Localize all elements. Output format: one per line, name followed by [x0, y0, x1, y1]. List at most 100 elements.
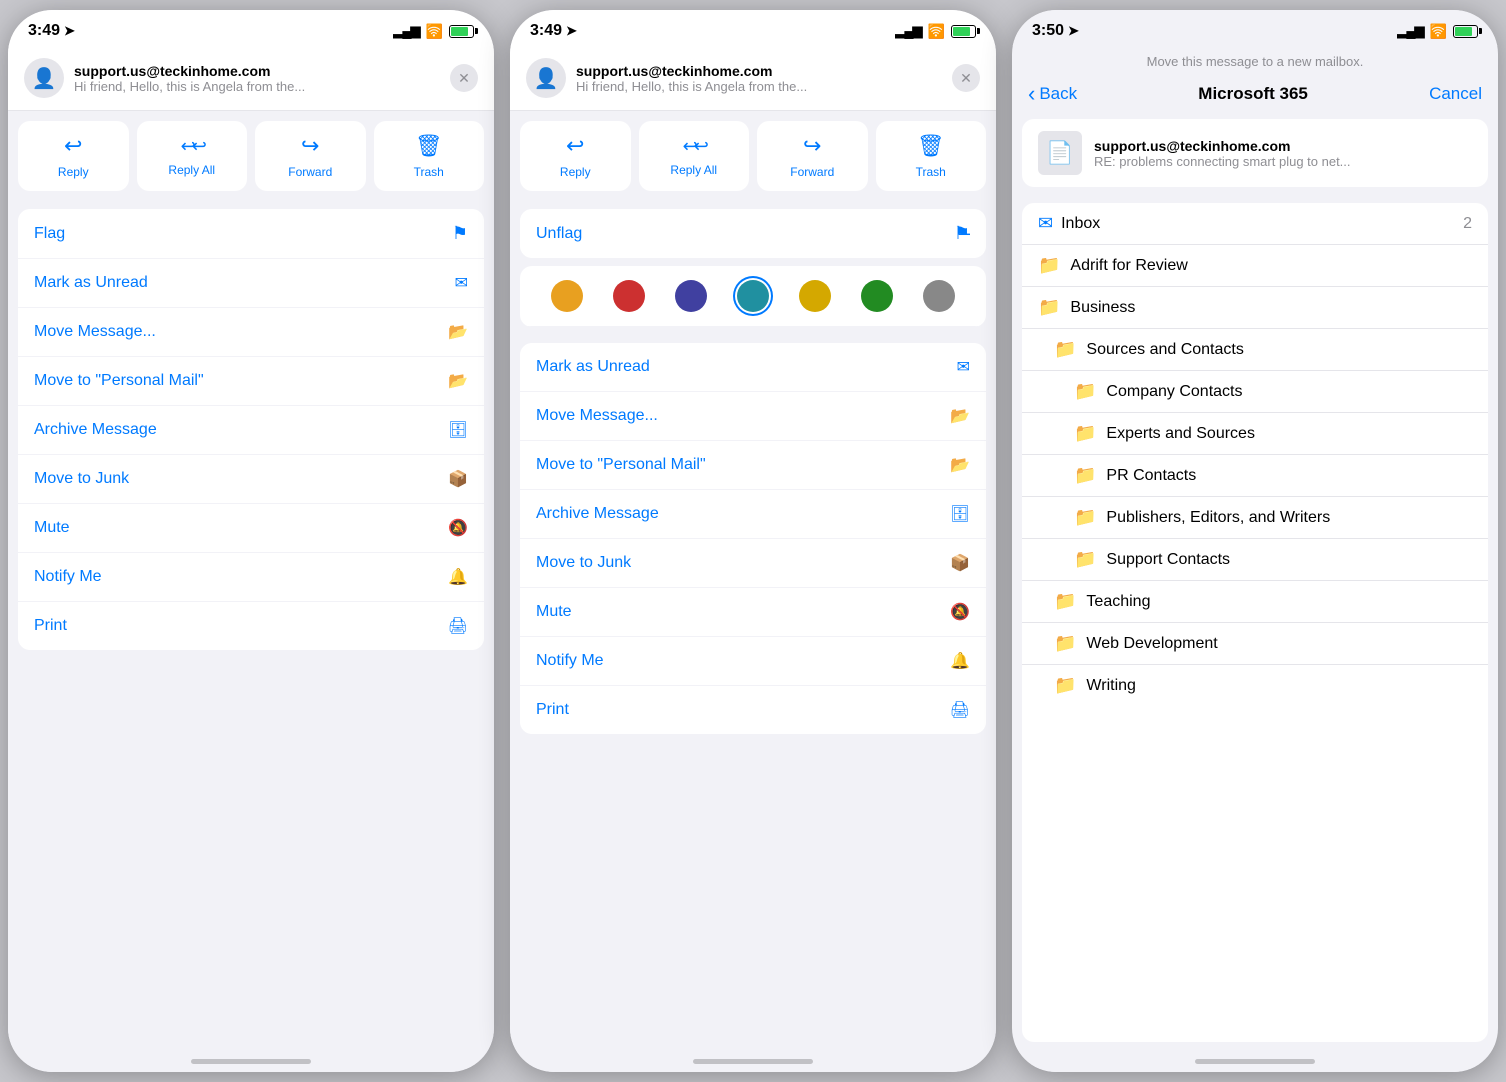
screen2: 3:49 ➤ ▂▄▆ 🛜 👤 support.us@teckinhome.com…: [510, 10, 996, 1072]
folder-teaching[interactable]: 📁 Teaching: [1022, 581, 1488, 623]
folder-label-experts: Experts and Sources: [1106, 425, 1255, 443]
move-junk-icon-2: 📦: [950, 553, 970, 573]
mailbox-list-container: ✉ Inbox 2 📁 Adrift for Review 📁 Business…: [1022, 203, 1488, 1042]
reply-all-label-1: Reply All: [168, 163, 215, 177]
move-message-icon-2: 📂: [950, 406, 970, 426]
folder-label-company: Company Contacts: [1106, 383, 1242, 401]
reply-button-2[interactable]: ↩ Reply: [520, 121, 631, 191]
move-junk-item-2[interactable]: Move to Junk 📦: [520, 539, 986, 588]
reply-all-button-2[interactable]: ↩↩ Reply All: [639, 121, 750, 191]
menu-scroll-1: Flag ⚑ Mark as Unread ✉ Move Message... …: [8, 201, 494, 1042]
color-dot-yellow[interactable]: [799, 280, 831, 312]
inbox-item[interactable]: ✉ Inbox 2: [1022, 203, 1488, 245]
inbox-icon: ✉: [1038, 213, 1053, 234]
email-preview-card: 📄 support.us@teckinhome.com RE: problems…: [1022, 119, 1488, 187]
reply-all-label-2: Reply All: [670, 163, 717, 177]
menu-scroll-2: Unflag ⚑̶ Mark as Unread: [510, 201, 996, 1042]
reply-button-1[interactable]: ↩ Reply: [18, 121, 129, 191]
forward-icon-1: ↪: [301, 133, 319, 159]
email-preview-2: Hi friend, Hello, this is Angela from th…: [576, 79, 942, 94]
move-junk-label-1: Move to Junk: [34, 470, 129, 488]
flag-icon-1: ⚑: [452, 223, 468, 244]
print-label-2: Print: [536, 701, 569, 719]
back-button[interactable]: ‹ Back: [1028, 81, 1077, 107]
folder-webdev[interactable]: 📁 Web Development: [1022, 623, 1488, 665]
trash-button-1[interactable]: 🗑 Trash: [374, 121, 485, 191]
move-message-item-1[interactable]: Move Message... 📂: [18, 308, 484, 357]
mute-item-1[interactable]: Mute 🔕: [18, 504, 484, 553]
mute-item-2[interactable]: Mute 🔕: [520, 588, 986, 637]
forward-icon-2: ↪: [803, 133, 821, 159]
screen3-nav: ‹ Back Microsoft 365 Cancel: [1012, 73, 1498, 119]
mark-unread-item-2[interactable]: Mark as Unread ✉: [520, 343, 986, 392]
notify-item-1[interactable]: Notify Me 🔔: [18, 553, 484, 602]
folder-publishers[interactable]: 📁 Publishers, Editors, and Writers: [1022, 497, 1488, 539]
folder-adrift[interactable]: 📁 Adrift for Review: [1022, 245, 1488, 287]
email-header-text-2: support.us@teckinhome.com Hi friend, Hel…: [576, 63, 942, 94]
folder-icon-publishers: 📁: [1074, 507, 1096, 528]
folder-sources[interactable]: 📁 Sources and Contacts: [1022, 329, 1488, 371]
folder-business[interactable]: 📁 Business: [1022, 287, 1488, 329]
folder-writing[interactable]: 📁 Writing: [1022, 665, 1488, 706]
folder-icon-pr: 📁: [1074, 465, 1096, 486]
folder-company[interactable]: 📁 Company Contacts: [1022, 371, 1488, 413]
trash-icon-2: 🗑: [917, 133, 945, 159]
screen3: 3:50 ➤ ▂▄▆ 🛜 Move this message to a new …: [1012, 10, 1498, 1072]
close-button-1[interactable]: ✕: [450, 64, 478, 92]
color-dot-orange[interactable]: [551, 280, 583, 312]
flag-label-1: Flag: [34, 225, 65, 243]
trash-button-2[interactable]: 🗑 Trash: [876, 121, 987, 191]
move-personal-label-2: Move to "Personal Mail": [536, 456, 706, 474]
close-icon-1: ✕: [458, 70, 470, 87]
reply-label-2: Reply: [560, 165, 591, 179]
folder-support[interactable]: 📁 Support Contacts: [1022, 539, 1488, 581]
home-indicator-1: [8, 1042, 494, 1072]
unflag-item[interactable]: Unflag ⚑̶: [520, 209, 986, 258]
reply-all-button-1[interactable]: ↩↩ Reply All: [137, 121, 248, 191]
color-dot-teal[interactable]: [737, 280, 769, 312]
cancel-button[interactable]: Cancel: [1429, 84, 1482, 104]
folder-experts[interactable]: 📁 Experts and Sources: [1022, 413, 1488, 455]
archive-label-1: Archive Message: [34, 421, 157, 439]
folder-label-webdev: Web Development: [1086, 635, 1217, 653]
spacer2a: [510, 201, 996, 209]
print-item-1[interactable]: Print 🖨: [18, 602, 484, 650]
move-personal-item-1[interactable]: Move to "Personal Mail" 📂: [18, 357, 484, 406]
signal-icon-1: ▂▄▆: [393, 23, 419, 39]
print-item-2[interactable]: Print 🖨: [520, 686, 986, 734]
color-dot-gray[interactable]: [923, 280, 955, 312]
color-dot-red[interactable]: [613, 280, 645, 312]
color-dot-purple[interactable]: [675, 280, 707, 312]
archive-item-1[interactable]: Archive Message 🗄: [18, 406, 484, 455]
print-label-1: Print: [34, 617, 67, 635]
forward-button-1[interactable]: ↪ Forward: [255, 121, 366, 191]
location-arrow-2: ➤: [566, 23, 577, 39]
mark-unread-item-1[interactable]: Mark as Unread ✉: [18, 259, 484, 308]
flag-item-1[interactable]: Flag ⚑: [18, 209, 484, 259]
status-bar-3: 3:50 ➤ ▂▄▆ 🛜: [1012, 10, 1498, 46]
move-personal-icon-2: 📂: [950, 455, 970, 475]
home-indicator-2: [510, 1042, 996, 1072]
color-dots-group: [520, 266, 986, 327]
notify-item-2[interactable]: Notify Me 🔔: [520, 637, 986, 686]
move-message-item-2[interactable]: Move Message... 📂: [520, 392, 986, 441]
move-personal-item-2[interactable]: Move to "Personal Mail" 📂: [520, 441, 986, 490]
action-buttons-row-1: ↩ Reply ↩↩ Reply All ↪ Forward 🗑 Trash: [8, 111, 494, 201]
close-button-2[interactable]: ✕: [952, 64, 980, 92]
action-buttons-row-2: ↩ Reply ↩↩ Reply All ↪ Forward 🗑 Trash: [510, 111, 996, 201]
color-dot-green[interactable]: [861, 280, 893, 312]
notify-label-1: Notify Me: [34, 568, 102, 586]
archive-item-2[interactable]: Archive Message 🗄: [520, 490, 986, 539]
move-personal-label-1: Move to "Personal Mail": [34, 372, 204, 390]
folder-pr[interactable]: 📁 PR Contacts: [1022, 455, 1488, 497]
folder-icon-support: 📁: [1074, 549, 1096, 570]
wifi-icon-3: 🛜: [1430, 23, 1447, 40]
back-label: Back: [1039, 84, 1077, 104]
spacer2c: [510, 742, 996, 750]
home-indicator-3: [1012, 1042, 1498, 1072]
move-junk-item-1[interactable]: Move to Junk 📦: [18, 455, 484, 504]
forward-button-2[interactable]: ↪ Forward: [757, 121, 868, 191]
reply-icon-2: ↩: [566, 133, 584, 159]
color-dots-row: [520, 266, 986, 327]
move-message-icon-1: 📂: [448, 322, 468, 342]
